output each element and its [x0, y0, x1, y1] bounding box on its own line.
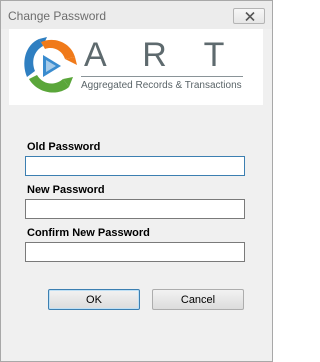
old-password-field[interactable]	[25, 156, 245, 176]
logo-tagline: Aggregated Records & Transactions	[81, 80, 242, 91]
logo-banner: A R T Aggregated Records & Transactions	[9, 29, 263, 105]
logo-divider	[81, 76, 243, 77]
title-bar: Change Password	[1, 1, 272, 29]
close-button[interactable]	[233, 8, 265, 24]
old-password-label: Old Password	[27, 141, 101, 153]
logo-wordmark: A R T	[84, 36, 239, 74]
ok-button[interactable]: OK	[48, 289, 140, 310]
new-password-field[interactable]	[25, 199, 245, 219]
close-icon	[245, 12, 255, 21]
confirm-password-label: Confirm New Password	[27, 227, 150, 239]
art-logo-icon	[24, 37, 77, 93]
window-title: Change Password	[8, 9, 107, 23]
confirm-password-field[interactable]	[25, 242, 245, 262]
cancel-button[interactable]: Cancel	[152, 289, 244, 310]
new-password-label: New Password	[27, 184, 105, 196]
change-password-dialog: Change Password A R T Aggregated Records…	[0, 0, 273, 362]
